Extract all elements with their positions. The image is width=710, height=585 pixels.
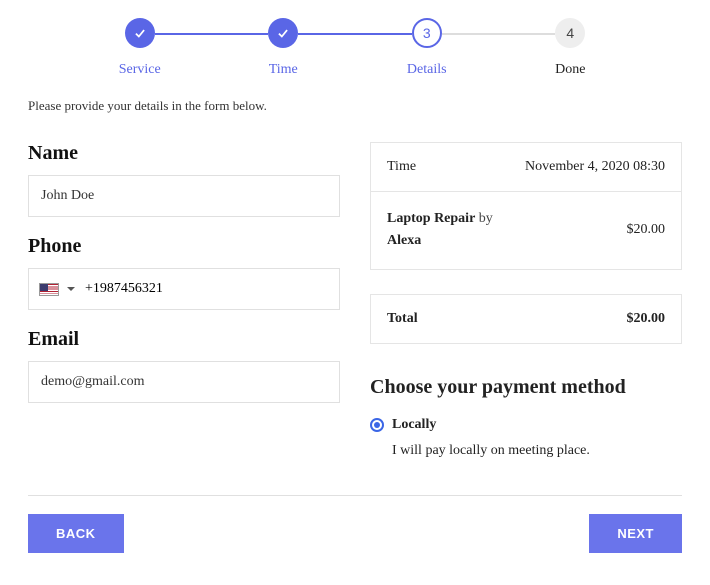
step-time[interactable]: Time xyxy=(212,18,356,78)
summary-time-row: Time November 4, 2020 08:30 xyxy=(371,143,681,192)
summary-total-value: $20.00 xyxy=(627,311,666,327)
next-button[interactable]: NEXT xyxy=(589,514,682,553)
step-connector xyxy=(298,33,412,35)
step-number: 3 xyxy=(412,18,442,48)
step-service[interactable]: Service xyxy=(68,18,212,78)
step-number: 4 xyxy=(555,18,585,48)
summary-service-name: Laptop Repair xyxy=(387,211,475,226)
chevron-down-icon[interactable] xyxy=(67,287,75,291)
progress-stepper: Service Time 3 Details 4 Done xyxy=(68,18,642,78)
payment-option-label: Locally xyxy=(392,417,436,433)
back-button[interactable]: BACK xyxy=(28,514,124,553)
details-form: Name Phone Email xyxy=(28,124,340,459)
divider xyxy=(28,495,682,496)
payment-heading: Choose your payment method xyxy=(370,376,682,399)
step-done: 4 Done xyxy=(499,18,643,78)
email-label: Email xyxy=(28,328,340,351)
summary-service-row: Laptop Repair by Alexa $20.00 xyxy=(371,192,681,269)
step-label: Details xyxy=(407,62,447,78)
intro-text: Please provide your details in the form … xyxy=(28,98,682,114)
payment-option-locally[interactable]: Locally xyxy=(370,417,682,433)
step-connector xyxy=(442,33,556,35)
phone-field[interactable] xyxy=(28,268,340,310)
summary-total-row: Total $20.00 xyxy=(370,294,682,344)
radio-selected-icon[interactable] xyxy=(370,418,384,432)
phone-input[interactable] xyxy=(83,275,329,303)
check-icon xyxy=(133,26,147,40)
summary-time-label: Time xyxy=(387,159,416,175)
step-details[interactable]: 3 Details xyxy=(355,18,499,78)
email-input[interactable] xyxy=(28,361,340,403)
name-label: Name xyxy=(28,142,340,165)
step-label: Time xyxy=(269,62,298,78)
summary-time-value: November 4, 2020 08:30 xyxy=(525,159,665,175)
phone-label: Phone xyxy=(28,235,340,258)
summary-by-word: by xyxy=(479,211,493,226)
flag-us-icon[interactable] xyxy=(39,283,59,296)
check-icon xyxy=(276,26,290,40)
step-label: Done xyxy=(555,62,585,78)
order-summary: Time November 4, 2020 08:30 Laptop Repai… xyxy=(370,142,682,270)
summary-total-label: Total xyxy=(387,311,418,327)
summary-provider: Alexa xyxy=(387,230,493,252)
summary-service-price: $20.00 xyxy=(627,222,666,238)
step-label: Service xyxy=(119,62,161,78)
name-input[interactable] xyxy=(28,175,340,217)
footer-buttons: BACK NEXT xyxy=(28,514,682,553)
step-connector xyxy=(155,33,269,35)
payment-option-desc: I will pay locally on meeting place. xyxy=(392,443,682,459)
